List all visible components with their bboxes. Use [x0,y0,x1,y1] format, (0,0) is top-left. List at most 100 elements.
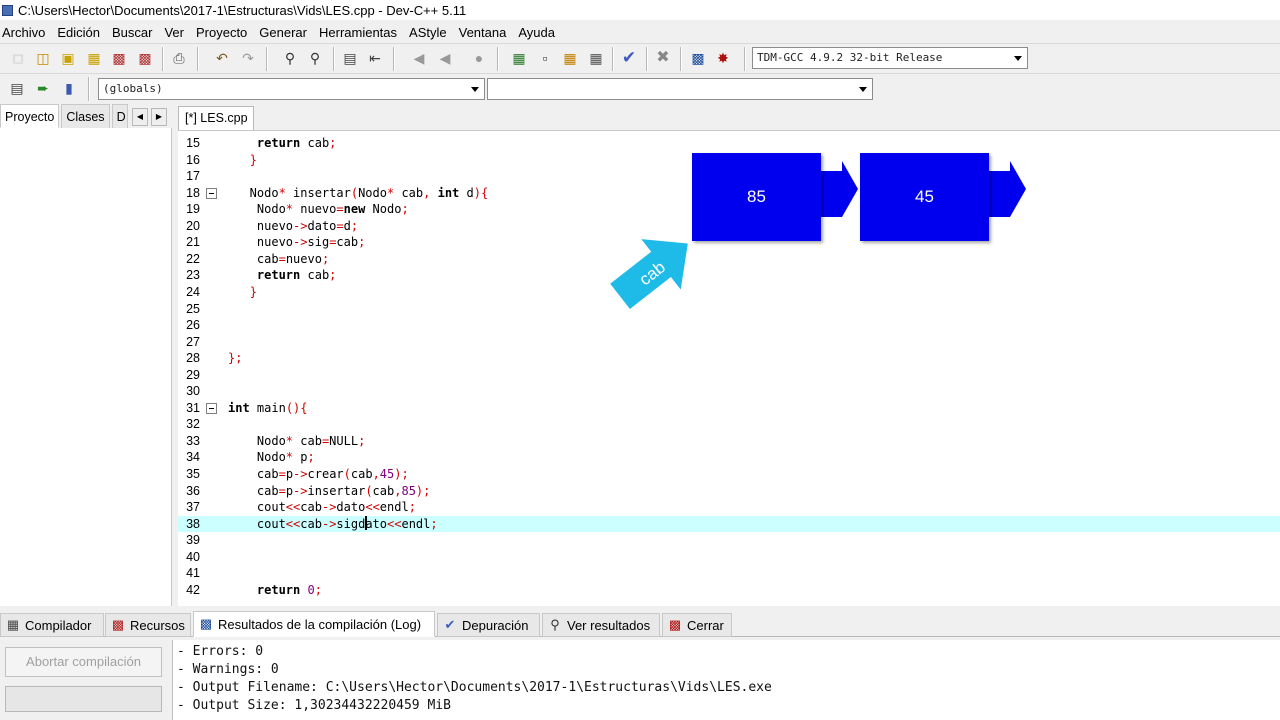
fold-toggle-icon[interactable] [206,402,217,414]
line-number: 21 [186,235,200,250]
tab-compile-log[interactable]: ▩ Resultados de la compilación (Log) [193,611,435,637]
code-text: Nodo* nuevo=new Nodo; [228,202,409,217]
compiler-select[interactable]: TDM-GCC 4.9.2 32-bit Release [752,47,1028,69]
grid-icon[interactable]: ▦ [561,49,579,67]
find-icon[interactable]: ⚲ [281,49,299,67]
code-line[interactable]: 26 [178,317,1280,334]
compile-log: - Errors: 0 - Warnings: 0 - Output Filen… [172,640,1280,720]
goto-icon[interactable]: ➨ [34,79,52,97]
tab-recursos[interactable]: ▩ Recursos [105,613,191,637]
comment-icon[interactable]: ● [470,49,488,67]
scope-select[interactable]: (globals) [98,78,485,100]
code-line[interactable]: 39 [178,532,1280,549]
menu-ventana[interactable]: Ventana [457,25,513,40]
code-text: cab=p->insertar(cab,85); [228,483,431,498]
line-number: 27 [186,334,200,349]
code-line[interactable]: 40 [178,549,1280,566]
tab-scroll-left-icon[interactable]: ◀ [132,108,148,126]
tiles-icon[interactable]: ▦ [587,49,605,67]
code-line[interactable]: 38 cout<<cab->sigdato<<endl; [178,515,1280,533]
new-file-icon[interactable]: □ [9,49,27,67]
unindent-icon[interactable]: ◀ [410,49,428,67]
bookmark-icon[interactable]: ▮ [60,79,78,97]
line-number: 28 [186,351,200,366]
tab-depuracion[interactable]: D [111,104,128,128]
menu-proyecto[interactable]: Proyecto [194,25,253,40]
menu-archivo[interactable]: Archivo [0,25,51,40]
compiler-grid-icon: ▦ [6,617,20,632]
undo-icon[interactable]: ↶ [213,49,231,67]
menu-astyle[interactable]: AStyle [407,25,453,40]
new-class-icon[interactable]: ▦ [510,49,528,67]
indent-icon[interactable]: ◀ [436,49,454,67]
delete-profile-icon[interactable]: ✸ [714,49,732,67]
compile-progress-bar [5,686,162,712]
scope-select-value: (globals) [103,82,163,95]
log-line: - Output Size: 1,30234432220459 MiB [177,698,451,713]
replace-icon[interactable]: ⚲ [306,49,324,67]
code-line[interactable]: 32 [178,416,1280,433]
code-line[interactable]: 33 Nodo* cab=NULL; [178,433,1280,450]
code-line[interactable]: 37 cout<<cab->dato<<endl; [178,499,1280,516]
code-line[interactable]: 28}; [178,350,1280,367]
toolbar-separator [266,47,268,71]
save-icon[interactable]: ▣ [59,49,77,67]
line-number: 30 [186,384,200,399]
menu-ver[interactable]: Ver [162,25,190,40]
close-icon: ▩ [668,617,682,632]
goto-line-icon[interactable]: ▤ [341,49,359,67]
code-text: }; [228,351,243,366]
toolbar-separator [680,47,682,71]
profile-chart-icon[interactable]: ▩ [689,49,707,67]
save-all-icon[interactable]: ▦ [85,49,103,67]
code-line[interactable]: 36 cab=p->insertar(cab,85); [178,483,1280,500]
code-line[interactable]: 41 [178,565,1280,582]
code-text: return 0; [256,582,322,597]
redo-icon[interactable]: ↷ [239,49,257,67]
stop-icon[interactable]: ✖ [654,49,672,67]
tab-compilador[interactable]: ▦ Compilador [0,613,104,637]
close-all-icon[interactable]: ▩ [136,49,154,67]
menu-herramientas[interactable]: Herramientas [317,25,403,40]
tab-depuracion-bottom[interactable]: ✔ Depuración [437,613,540,637]
close-file-icon[interactable]: ▩ [110,49,128,67]
line-number: 24 [186,284,200,299]
fold-toggle-icon[interactable] [206,187,217,199]
code-line[interactable]: 31 int main(){ [178,400,1280,417]
text-caret [365,516,367,530]
tab-ver-resultados[interactable]: ⚲ Ver resultados [542,613,660,637]
code-text: cab=p->crear(cab,45); [228,467,409,481]
tab-recursos-label: Recursos [130,617,185,633]
line-number: 25 [186,301,200,316]
abort-compilation-button[interactable]: Abortar compilación [5,647,162,677]
menu-generar[interactable]: Generar [257,25,313,40]
check-syntax-icon[interactable]: ✔ [620,49,638,67]
code-line[interactable]: 30 [178,383,1280,400]
menu-ayuda[interactable]: Ayuda [516,25,561,40]
menu-buscar[interactable]: Buscar [110,25,158,40]
compiler-select-value: TDM-GCC 4.9.2 32-bit Release [757,51,943,64]
editor-tab-les-cpp[interactable]: [*] LES.cpp [178,106,254,130]
code-line[interactable]: 35 cab=p->crear(cab,45); [178,466,1280,483]
log-line: - Errors: 0 [177,644,264,659]
tab-cerrar[interactable]: ▩ Cerrar [662,613,732,637]
menu-edicion[interactable]: Edición [55,25,106,40]
code-text: cout<<cab->dato<<endl; [228,500,416,515]
code-line[interactable]: 42 return 0; [178,582,1280,599]
chevron-down-icon [1014,56,1022,61]
code-line[interactable]: 27 [178,334,1280,351]
member-select[interactable] [487,78,873,100]
window-icon[interactable]: ▫ [536,49,554,67]
tab-scroll-right-icon[interactable]: ▶ [151,108,167,126]
code-line[interactable]: 29 [178,367,1280,384]
tab-proyecto[interactable]: Proyecto [0,104,60,128]
open-file-icon[interactable]: ◫ [34,49,52,67]
insert-icon[interactable]: ▤ [8,79,26,97]
print-icon[interactable]: ⎙ [170,49,188,67]
tab-clases[interactable]: Clases [61,104,110,128]
toolbar-separator [333,47,335,71]
code-text: Nodo* p; [228,450,315,465]
main-toolbar: □ ◫ ▣ ▦ ▩ ▩ ⎙ ↶ ↷ ⚲ ⚲ ▤ ⇤ ◀ ◀ ● ▦ ▫ ▦ ▦ … [0,43,1280,73]
toggle-bookmark-icon[interactable]: ⇤ [366,49,384,67]
code-line[interactable]: 34 Nodo* p; [178,449,1280,466]
